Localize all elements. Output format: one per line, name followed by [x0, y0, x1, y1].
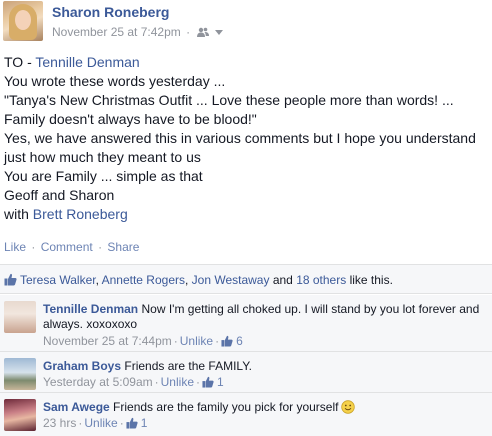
liker-link[interactable]: Annette Rogers — [102, 273, 185, 287]
liker-link[interactable]: Jon Westaway — [192, 273, 270, 287]
comment-text: Tennille Denman Now I'm getting all chok… — [43, 302, 483, 332]
post-line-to: TO - Tennille Denman — [4, 53, 490, 72]
thumbs-up-icon[interactable] — [126, 417, 138, 432]
avatar[interactable] — [3, 1, 43, 41]
comment-author[interactable]: Sam Awege — [43, 400, 110, 414]
like-button[interactable]: Like — [4, 240, 26, 254]
comment-text: Graham Boys Friends are the FAMILY. — [43, 359, 483, 374]
post-header: Sharon Roneberg November 25 at 7:42pm · — [3, 1, 489, 45]
comment-like-count[interactable]: 1 — [217, 375, 224, 389]
thumbs-up-icon — [4, 273, 17, 289]
likes-summary: Teresa Walker, Annette Rogers, Jon Westa… — [0, 264, 492, 294]
post-line: Family doesn't always have to be blood!" — [4, 111, 257, 127]
meta-separator: · — [78, 416, 83, 430]
likes-comma: , — [185, 273, 192, 287]
comment-item: Graham Boys Friends are the FAMILY. Yest… — [0, 352, 492, 393]
comment-text: Sam Awege Friends are the family you pic… — [43, 400, 483, 415]
unlike-button[interactable]: Unlike — [161, 375, 194, 389]
likes-text: Teresa Walker, Annette Rogers, Jon Westa… — [4, 273, 393, 289]
comment-author[interactable]: Graham Boys — [43, 359, 121, 373]
post-body: TO - Tennille Denman You wrote these wor… — [4, 53, 490, 224]
comment-button[interactable]: Comment — [41, 240, 93, 254]
comment-meta: 23 hrs · Unlike · 1 — [43, 416, 147, 432]
meta-separator: · — [173, 334, 178, 348]
meta-separator: · — [196, 375, 200, 389]
likes-suffix: like this. — [346, 273, 393, 287]
action-separator: · — [31, 240, 36, 254]
post-line: just how much they meant to us — [4, 149, 201, 165]
likes-and: and — [269, 273, 297, 287]
avatar[interactable] — [4, 301, 36, 333]
avatar-face — [15, 10, 31, 30]
smile-icon — [341, 400, 356, 414]
post-meta: November 25 at 7:42pm · — [52, 25, 223, 39]
post-timestamp[interactable]: November 25 at 7:42pm — [52, 25, 181, 39]
unlike-button[interactable]: Unlike — [180, 334, 213, 348]
comment-body: Friends are the FAMILY. — [124, 359, 252, 373]
comment-meta: November 25 at 7:44pm · Unlike · 6 — [43, 334, 243, 350]
thumbs-up-icon[interactable] — [221, 335, 233, 350]
comment-time[interactable]: Yesterday at 5:09am — [43, 375, 153, 389]
post-line: Yes, we have answered this in various co… — [4, 130, 476, 146]
tagged-name-link[interactable]: Tennille Denman — [35, 54, 139, 70]
action-separator: · — [98, 240, 103, 254]
poster-name[interactable]: Sharon Roneberg — [52, 4, 169, 20]
unlike-button[interactable]: Unlike — [84, 416, 117, 430]
post-line-with: with Brett Roneberg — [4, 205, 490, 224]
meta-separator: · — [186, 25, 191, 39]
with-name-link[interactable]: Brett Roneberg — [33, 206, 128, 222]
post-line: You wrote these words yesterday ... — [4, 73, 226, 89]
avatar[interactable] — [4, 358, 36, 390]
comment-author[interactable]: Tennille Denman — [43, 302, 138, 316]
comment-like-count[interactable]: 1 — [141, 416, 148, 430]
friends-icon[interactable] — [197, 27, 210, 37]
avatar[interactable] — [4, 399, 36, 431]
post-line: "Tanya's New Christmas Outfit ... Love t… — [4, 92, 454, 108]
meta-separator: · — [119, 416, 124, 430]
to-prefix: TO - — [4, 54, 36, 70]
post-actions: Like · Comment · Share — [4, 240, 139, 254]
meta-separator: · — [154, 375, 159, 389]
comment-item: Tennille Denman Now I'm getting all chok… — [0, 295, 492, 352]
likes-others-link[interactable]: 18 others — [296, 273, 346, 287]
thumbs-up-icon[interactable] — [202, 376, 214, 391]
comment-item: Sam Awege Friends are the family you pic… — [0, 393, 492, 436]
comment-like-count[interactable]: 6 — [236, 334, 243, 348]
meta-separator: · — [215, 334, 220, 348]
liker-link[interactable]: Teresa Walker — [20, 273, 96, 287]
comment-body: Friends are the family you pick for your… — [113, 400, 339, 414]
comment-time[interactable]: 23 hrs — [43, 416, 76, 430]
comment-meta: Yesterday at 5:09am · Unlike · 1 — [43, 375, 224, 391]
post-line: You are Family ... simple as that — [4, 168, 203, 184]
comment-time[interactable]: November 25 at 7:44pm — [43, 334, 172, 348]
post-line: Geoff and Sharon — [4, 187, 115, 203]
with-prefix: with — [4, 206, 33, 222]
share-button[interactable]: Share — [107, 240, 139, 254]
chevron-down-icon[interactable] — [214, 30, 223, 35]
